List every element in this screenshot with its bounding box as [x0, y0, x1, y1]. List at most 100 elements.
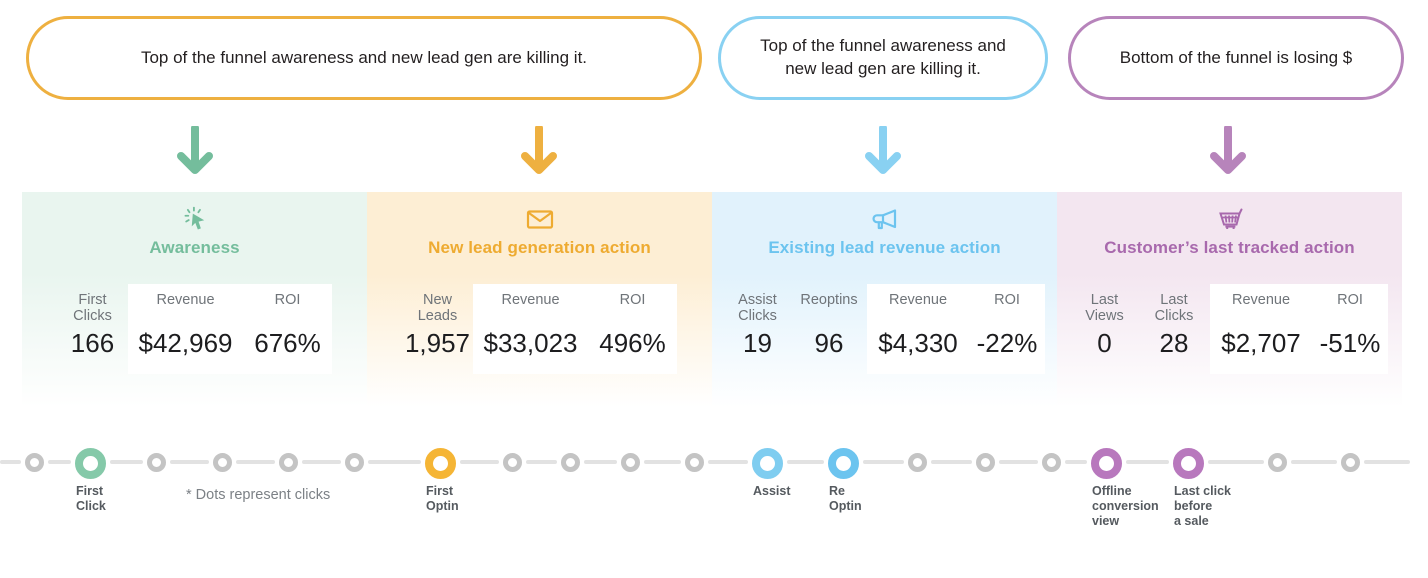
panel-title: Customer’s last tracked action: [1104, 238, 1355, 257]
timeline-dot[interactable]: [907, 453, 927, 472]
metric-label: ROI: [1337, 292, 1363, 308]
metric-cell: ROI 496%: [588, 284, 677, 374]
panel-metrics: Assist Clicks 19 Reoptins 96 Revenue $4,330 RO…: [712, 284, 1057, 374]
metric-value: $4,330: [878, 328, 958, 358]
down-arrow-icon: [1210, 126, 1246, 174]
envelope-icon: [526, 210, 553, 229]
timeline-dot[interactable]: [620, 453, 640, 472]
metric-label: ROI: [619, 292, 646, 308]
down-arrow-icon: [865, 126, 901, 174]
metric-label: Revenue: [156, 292, 215, 308]
timeline-dot[interactable]: [684, 453, 704, 472]
timeline-connector: [235, 460, 275, 464]
timeline-connector: [109, 460, 143, 464]
timeline-dot[interactable]: [502, 453, 522, 472]
timeline-dot-label: Assist: [753, 484, 791, 498]
timeline-connector: [583, 460, 617, 464]
panel-title: Existing lead revenue action: [768, 238, 1001, 257]
timeline-dot-highlighted[interactable]: [74, 448, 106, 479]
metric-cell: First Clicks 166: [58, 284, 128, 374]
panel-awareness: Awareness First Clicks 166 Revenue $42,969 RO…: [22, 192, 367, 407]
panel-title: Awareness: [149, 238, 240, 257]
metric-cell: Revenue $2,707: [1210, 284, 1312, 374]
timeline-dot-label: Offline conversion view: [1092, 484, 1159, 528]
timeline-dot-highlighted[interactable]: [827, 448, 859, 479]
cursor-click-icon: [184, 206, 204, 230]
metric-label: Assist Clicks: [738, 292, 777, 325]
metric-label: Last Views: [1085, 292, 1124, 325]
metric-value: -22%: [976, 328, 1038, 358]
metric-cell: Assist Clicks 19: [724, 284, 791, 374]
timeline-dot[interactable]: [344, 453, 364, 472]
timeline-connector: [367, 460, 421, 464]
metric-cell: New Leads 1,957: [403, 284, 473, 374]
metric-value: 166: [70, 328, 115, 358]
timeline-dot[interactable]: [24, 453, 44, 472]
down-arrow-icon: [521, 126, 557, 174]
timeline-dot-highlighted[interactable]: [1172, 448, 1204, 479]
panel-title: New lead generation action: [428, 238, 651, 257]
timeline-dot[interactable]: [975, 453, 995, 472]
timeline-dot[interactable]: [212, 453, 232, 472]
click-timeline: First Click First Optin Assist Re Optin Offl…: [0, 437, 1428, 547]
timeline-connector: [707, 460, 748, 464]
metric-value: 96: [814, 328, 844, 358]
metric-value: 676%: [254, 328, 321, 358]
shopping-cart-icon: [1057, 204, 1402, 234]
timeline-connector: [998, 460, 1038, 464]
metric-label: Revenue: [1231, 292, 1291, 308]
timeline-connector: [0, 460, 21, 464]
metric-value: -51%: [1319, 328, 1381, 358]
panel-existing-lead-revenue-action: Existing lead revenue action Assist Click…: [712, 192, 1057, 407]
metric-cell: Last Clicks 28: [1138, 284, 1210, 374]
metric-label: First Clicks: [73, 292, 112, 325]
metric-cell: ROI -51%: [1312, 284, 1388, 374]
timeline-dot[interactable]: [278, 453, 298, 472]
metric-label: New Leads: [417, 292, 458, 325]
panel-customers-last-tracked-action: Customer’s last tracked action Last Views…: [1057, 192, 1402, 407]
metric-cell: Revenue $33,023: [472, 284, 589, 374]
timeline-connector: [525, 460, 557, 464]
metric-label: Reoptins: [800, 292, 858, 308]
timeline-connector: [1363, 460, 1410, 464]
timeline-connector: [786, 460, 824, 464]
timeline-connector: [1064, 460, 1087, 464]
shopping-cart-icon: [1218, 208, 1242, 229]
timeline-connector: [301, 460, 341, 464]
metric-label: ROI: [994, 292, 1020, 308]
metric-cell: Revenue $42,969: [127, 284, 244, 374]
timeline-note: * Dots represent clicks: [186, 487, 331, 503]
panel-metrics: Last Views 0 Last Clicks 28 Revenue $2,707 ROI…: [1057, 284, 1402, 374]
timeline-dot[interactable]: [1041, 453, 1061, 472]
timeline-dot[interactable]: [146, 453, 166, 472]
metric-value: 496%: [599, 328, 666, 358]
metric-value: $2,707: [1221, 328, 1301, 358]
metric-panels: Awareness First Clicks 166 Revenue $42,969 RO…: [22, 192, 1406, 407]
callout-text: Top of the funnel awareness and new lead…: [760, 36, 1006, 78]
timeline-connector: [930, 460, 972, 464]
timeline-connector: [47, 460, 71, 464]
callout-row: Top of the funnel awareness and new lead…: [0, 0, 1428, 110]
timeline-dot[interactable]: [1267, 453, 1287, 472]
timeline-dot[interactable]: [560, 453, 580, 472]
down-arrow-icon: [177, 126, 213, 174]
metric-cell: ROI 676%: [243, 284, 332, 374]
cursor-click-icon: [22, 204, 367, 234]
timeline-dot-label: First Optin: [426, 484, 459, 513]
timeline-connector: [862, 460, 904, 464]
metric-value: $33,023: [483, 328, 578, 358]
timeline-dot-highlighted[interactable]: [424, 448, 456, 479]
timeline-dot-highlighted[interactable]: [1090, 448, 1122, 479]
timeline-dot-label: Re Optin: [829, 484, 862, 513]
timeline-connector: [643, 460, 681, 464]
timeline-dot-label: Last click before a sale: [1174, 484, 1231, 528]
timeline-dot-label: First Click: [76, 484, 106, 513]
panel-metrics: First Clicks 166 Revenue $42,969 ROI 676%: [22, 284, 367, 374]
callout-text: Top of the funnel awareness and new lead…: [140, 47, 588, 67]
callout-text: Bottom of the funnel is losing $: [1119, 47, 1353, 67]
metric-label: Revenue: [888, 292, 948, 308]
panel-new-lead-generation-action: New lead generation action New Leads 1,957…: [367, 192, 712, 407]
timeline-dot-highlighted[interactable]: [751, 448, 783, 479]
metric-cell: ROI -22%: [969, 284, 1045, 374]
timeline-dot[interactable]: [1340, 453, 1360, 472]
